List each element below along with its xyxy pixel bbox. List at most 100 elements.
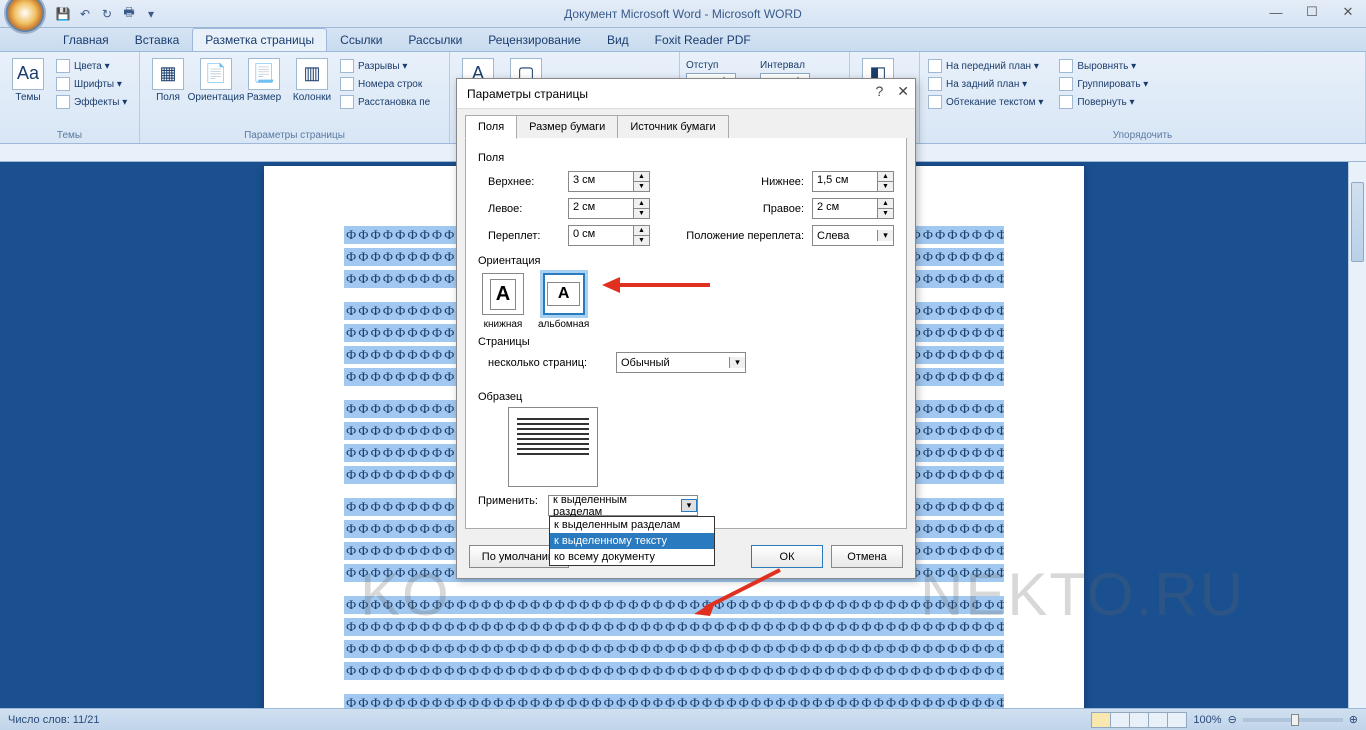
spacing-label: Интервал <box>760 60 810 71</box>
front-icon <box>928 59 942 73</box>
apply-opt-3[interactable]: ко всему документу <box>550 549 714 565</box>
select-apply[interactable]: к выделенным разделам ▾ к выделенным раз… <box>548 495 698 516</box>
ok-button[interactable]: ОК <box>751 545 823 568</box>
linenums-icon <box>340 77 354 91</box>
hyphen-button[interactable]: Расстановка пе <box>338 94 432 110</box>
view-outline[interactable] <box>1148 712 1168 728</box>
section-preview: Образец <box>478 391 894 403</box>
qat-undo-icon[interactable]: ↶ <box>76 5 94 23</box>
breaks-icon <box>340 59 354 73</box>
tab-review[interactable]: Рецензирование <box>475 28 594 51</box>
document-line[interactable]: ФФФФФФФФФФФФФФФФФФФФФФФФФФФФФФФФФФФФФФФФ… <box>344 694 1004 708</box>
portrait-icon <box>482 273 524 315</box>
document-line[interactable]: ФФФФФФФФФФФФФФФФФФФФФФФФФФФФФФФФФФФФФФФФ… <box>344 596 1004 614</box>
input-top[interactable]: 3 см▲▼ <box>568 171 650 192</box>
tab-layout[interactable]: Разметка страницы <box>192 28 327 51</box>
hyphen-icon <box>340 95 354 109</box>
themes-label: Темы <box>15 92 40 103</box>
label-left: Левое: <box>488 203 560 215</box>
text-wrap[interactable]: Обтекание текстом ▾ <box>926 94 1045 110</box>
qat-redo-icon[interactable]: ↻ <box>98 5 116 23</box>
orientation-icon: 📄 <box>200 58 232 90</box>
document-line[interactable]: ФФФФФФФФФФФФФФФФФФФФФФФФФФФФФФФФФФФФФФФФ… <box>344 618 1004 636</box>
rotate-button[interactable]: Повернуть ▾ <box>1057 94 1150 110</box>
dialog-title: Параметры страницы <box>467 87 588 101</box>
zoom-out-icon[interactable]: ⊖ <box>1228 713 1237 726</box>
linenums-button[interactable]: Номера строк <box>338 76 432 92</box>
apply-opt-1[interactable]: к выделенным разделам <box>550 517 714 533</box>
dialog-tab-source[interactable]: Источник бумаги <box>617 115 728 139</box>
tab-view[interactable]: Вид <box>594 28 642 51</box>
zoom-slider[interactable] <box>1243 718 1343 722</box>
vertical-scrollbar[interactable] <box>1348 162 1366 708</box>
orientation-landscape[interactable]: альбомная <box>538 273 589 330</box>
columns-button[interactable]: ▥Колонки <box>290 58 334 103</box>
label-gutter: Переплет: <box>488 230 560 242</box>
back-icon <box>928 77 942 91</box>
themes-icon: Aa <box>12 58 44 90</box>
select-multi[interactable]: Обычный▾ <box>616 352 746 373</box>
qat-print-icon[interactable]: 🖶 <box>120 5 138 23</box>
view-draft[interactable] <box>1167 712 1187 728</box>
dialog-help-icon[interactable]: ? <box>875 83 883 100</box>
theme-fonts[interactable]: Шрифты ▾ <box>54 76 129 92</box>
theme-colors[interactable]: Цвета ▾ <box>54 58 129 74</box>
send-back[interactable]: На задний план ▾ <box>926 76 1045 92</box>
effects-icon <box>56 95 70 109</box>
apply-opt-2[interactable]: к выделенному тексту <box>550 533 714 549</box>
group-button[interactable]: Группировать ▾ <box>1057 76 1150 92</box>
preview-thumbnail <box>508 407 598 487</box>
indent-label: Отступ <box>686 60 736 71</box>
input-left[interactable]: 2 см▲▼ <box>568 198 650 219</box>
view-print[interactable] <box>1091 712 1111 728</box>
dialog-tab-fields[interactable]: Поля <box>465 115 517 139</box>
minimize-button[interactable]: — <box>1262 2 1290 22</box>
tab-refs[interactable]: Ссылки <box>327 28 395 51</box>
label-multi: несколько страниц: <box>488 357 608 369</box>
tab-foxit[interactable]: Foxit Reader PDF <box>642 28 764 51</box>
group-pagesetup-label: Параметры страницы <box>140 130 449 141</box>
view-read[interactable] <box>1110 712 1130 728</box>
cancel-button[interactable]: Отмена <box>831 545 903 568</box>
status-words[interactable]: Число слов: 11/21 <box>8 714 100 726</box>
qat-more-icon[interactable]: ▾ <box>142 5 160 23</box>
group-icon <box>1059 77 1073 91</box>
themes-button[interactable]: Aa Темы <box>6 58 50 103</box>
dialog-tab-paper[interactable]: Размер бумаги <box>516 115 618 139</box>
breaks-button[interactable]: Разрывы ▾ <box>338 58 432 74</box>
document-line[interactable]: ФФФФФФФФФФФФФФФФФФФФФФФФФФФФФФФФФФФФФФФФ… <box>344 662 1004 680</box>
columns-icon: ▥ <box>296 58 328 90</box>
theme-effects[interactable]: Эффекты ▾ <box>54 94 129 110</box>
align-icon <box>1059 59 1073 73</box>
input-right[interactable]: 2 см▲▼ <box>812 198 894 219</box>
fonts-icon <box>56 77 70 91</box>
input-bottom[interactable]: 1,5 см▲▼ <box>812 171 894 192</box>
orientation-portrait[interactable]: книжная <box>482 273 524 330</box>
size-button[interactable]: 📃Размер <box>242 58 286 103</box>
tab-mail[interactable]: Рассылки <box>395 28 475 51</box>
input-gutter[interactable]: 0 см▲▼ <box>568 225 650 246</box>
landscape-icon <box>543 273 585 315</box>
section-fields: Поля <box>478 152 894 164</box>
label-top: Верхнее: <box>488 176 560 188</box>
zoom-in-icon[interactable]: ⊕ <box>1349 713 1358 726</box>
document-line[interactable]: ФФФФФФФФФФФФФФФФФФФФФФФФФФФФФФФФФФФФФФФФ… <box>344 640 1004 658</box>
tab-insert[interactable]: Вставка <box>122 28 193 51</box>
group-themes-label: Темы <box>0 130 139 141</box>
select-gutterpos[interactable]: Слева▾ <box>812 225 894 246</box>
page-setup-dialog: Параметры страницы ? ✕ Поля Размер бумаг… <box>456 78 916 579</box>
colors-icon <box>56 59 70 73</box>
orientation-button[interactable]: 📄Ориентация <box>194 58 238 103</box>
margins-button[interactable]: ▦Поля <box>146 58 190 103</box>
zoom-value[interactable]: 100% <box>1193 714 1221 726</box>
view-web[interactable] <box>1129 712 1149 728</box>
scroll-thumb[interactable] <box>1351 182 1364 262</box>
bring-front[interactable]: На передний план ▾ <box>926 58 1045 74</box>
tab-home[interactable]: Главная <box>50 28 122 51</box>
apply-dropdown: к выделенным разделам к выделенному текс… <box>549 516 715 566</box>
close-button[interactable]: ✕ <box>1334 2 1362 22</box>
maximize-button[interactable]: ☐ <box>1298 2 1326 22</box>
dialog-close-icon[interactable]: ✕ <box>897 83 909 100</box>
qat-save-icon[interactable]: 💾 <box>54 5 72 23</box>
align-button[interactable]: Выровнять ▾ <box>1057 58 1150 74</box>
